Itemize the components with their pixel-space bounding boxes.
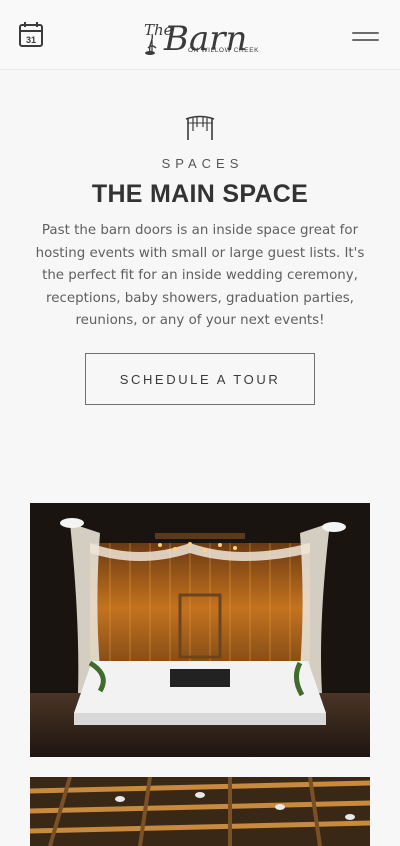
page-title: THE MAIN SPACE xyxy=(91,180,309,208)
site-header: 31 The Barn ON WILLOW CREEK xyxy=(0,0,400,70)
pergola-icon xyxy=(184,113,216,141)
venue-photo-ceiling xyxy=(30,777,370,846)
section-description: Past the barn doors is an inside space g… xyxy=(35,223,365,328)
schedule-tour-button[interactable]: SCHEDULE A TOUR xyxy=(85,353,315,405)
venue-photo-main-space xyxy=(30,503,370,757)
calendar-day: 31 xyxy=(26,35,36,45)
section-eyebrow: SPACES xyxy=(161,156,244,171)
menu-line xyxy=(352,32,379,34)
menu-icon[interactable] xyxy=(352,30,379,42)
menu-line xyxy=(352,39,379,41)
logo-subtitle: ON WILLOW CREEK xyxy=(188,47,260,54)
calendar-icon[interactable]: 31 xyxy=(19,22,43,47)
